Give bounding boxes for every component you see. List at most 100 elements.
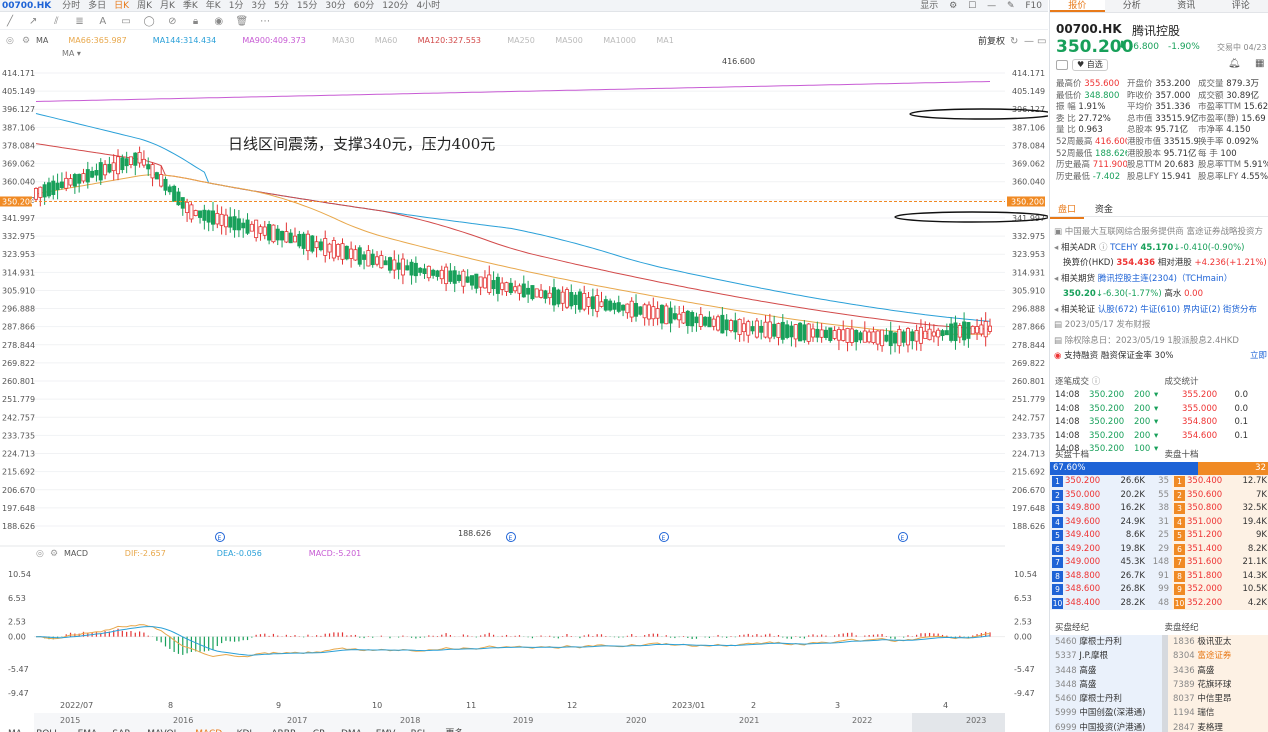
ma-legend-item[interactable]: MA66:365.987	[68, 36, 126, 45]
period-tab[interactable]: 4小时	[412, 0, 444, 11]
candle[interactable]	[271, 224, 276, 244]
candle[interactable]	[344, 245, 349, 261]
lock-icon[interactable]: 🔒︎	[186, 13, 206, 29]
adr-row[interactable]: ◂ 相关ADR ⓘ TCEHY 45.170↓-0.410(-0.90%)	[1054, 241, 1268, 257]
ma-sub-legend[interactable]: MA ▾	[62, 49, 81, 58]
tab-orderbook[interactable]: 盘口	[1050, 203, 1085, 219]
bell-icon[interactable]: 🔔︎	[1228, 58, 1241, 69]
line-tool-icon[interactable]: ╱	[0, 13, 20, 29]
bid-level[interactable]: 6 349.200 19.8K 29	[1050, 542, 1172, 556]
futures-row[interactable]: ◂ 相关期货 腾讯控股主连(2304)（TCHmain）	[1054, 272, 1268, 288]
minimize-icon[interactable]: —	[1024, 36, 1034, 47]
bid-level[interactable]: 9 348.600 26.8K 99	[1050, 583, 1172, 597]
tab-news[interactable]: 资讯	[1159, 0, 1214, 12]
candle[interactable]	[310, 235, 315, 254]
period-tab[interactable]: 年K	[202, 0, 225, 11]
text-tool-icon[interactable]: A	[93, 13, 113, 29]
gear-icon[interactable]: ⚙	[945, 0, 961, 11]
ask-broker[interactable]: 8037 中信里昂	[1168, 692, 1268, 707]
tab-capital[interactable]: 资金	[1087, 203, 1121, 217]
ask-broker[interactable]: 8304 富途证券	[1168, 649, 1268, 664]
period-tab[interactable]: 月K	[156, 0, 179, 11]
ask-broker[interactable]: 3436 高盛	[1168, 663, 1268, 678]
period-tab[interactable]: 60分	[350, 0, 378, 11]
bid-level[interactable]: 10 348.400 28.2K 48	[1050, 596, 1172, 610]
fib-tool-icon[interactable]: ≣	[70, 13, 90, 29]
period-tab[interactable]: 多日	[84, 0, 110, 11]
square-icon[interactable]: ☐	[964, 0, 980, 11]
eraser-icon[interactable]: ⊘	[162, 13, 182, 29]
ma-legend-item[interactable]: MA144:314.434	[153, 36, 216, 45]
watchlist-button[interactable]: ♥ 自选	[1072, 59, 1108, 71]
chart-annotation[interactable]: 日线区间震荡，支撑340元，压力400元	[228, 135, 495, 153]
circle-tool-icon[interactable]: ◯	[139, 13, 159, 29]
warrants-row[interactable]: ◂ 相关轮证 认股(672) 牛证(610) 界内证(2) 街货分布	[1054, 303, 1268, 319]
bid-level[interactable]: 2 350.000 20.2K 55	[1050, 488, 1172, 502]
ma-legend-item[interactable]: MA500	[555, 36, 583, 45]
ask-broker[interactable]: 2847 麦格理	[1168, 720, 1268, 732]
ask-level[interactable]: 9 352.000 10.5K	[1172, 583, 1268, 597]
period-tab[interactable]: 周K	[133, 0, 156, 11]
candle[interactable]	[638, 306, 643, 316]
macd-legend-item[interactable]: DIF:-2.657	[125, 549, 166, 558]
share-icon[interactable]	[1056, 60, 1068, 70]
more-tools-icon[interactable]: ⋯	[255, 13, 275, 29]
macd-legend-item[interactable]: DEA:-0.056	[217, 549, 262, 558]
bid-broker[interactable]: 3448 高盛	[1050, 663, 1162, 678]
tab-comments[interactable]: 评论	[1214, 0, 1268, 12]
trash-icon[interactable]: 🗑︎	[232, 13, 252, 29]
tab-quote[interactable]: 报价	[1050, 0, 1105, 12]
candle[interactable]	[703, 316, 708, 328]
candle[interactable]	[806, 323, 811, 345]
kline-chart[interactable]: ◎ ⚙ MA MA66:365.987 MA144:314.434 MA900:409.3…	[0, 31, 1048, 732]
bid-broker[interactable]: 5460 摩根士丹利	[1050, 635, 1162, 650]
bid-level[interactable]: 8 348.800 26.7K 91	[1050, 569, 1172, 583]
period-tab[interactable]: 5分	[270, 0, 293, 11]
eye-icon[interactable]: ◎	[6, 36, 14, 46]
ma-legend-item[interactable]: MA250	[507, 36, 535, 45]
bid-level[interactable]: 7 349.000 45.3K 148	[1050, 556, 1172, 570]
ma-legend-item[interactable]: MA900:409.373	[242, 36, 305, 45]
eye-icon[interactable]: ◎	[36, 549, 44, 559]
channel-tool-icon[interactable]: ⫽	[46, 13, 66, 29]
candle[interactable]	[172, 184, 177, 202]
adjust-mode-button[interactable]: 前复权	[978, 35, 1005, 47]
bid-level[interactable]: 3 349.800 16.2K 38	[1050, 502, 1172, 516]
bid-broker[interactable]: 5460 摩根士丹利	[1050, 692, 1162, 707]
display-menu[interactable]: 显示	[916, 0, 942, 11]
ma-legend-item[interactable]: MA120:327.553	[418, 36, 481, 45]
ask-level[interactable]: 2 350.600 7K	[1172, 488, 1268, 502]
ma-legend-item[interactable]: MA30	[332, 36, 355, 45]
ask-level[interactable]: 8 351.800 14.3K	[1172, 569, 1268, 583]
ask-level[interactable]: 6 351.400 8.2K	[1172, 542, 1268, 556]
candle[interactable]	[357, 245, 362, 267]
maximize-icon[interactable]: ▭	[1037, 36, 1046, 47]
candle[interactable]	[970, 325, 975, 335]
grid-icon[interactable]: ▦	[1255, 58, 1264, 69]
period-tab[interactable]: 分时	[58, 0, 84, 11]
candle[interactable]	[154, 171, 159, 180]
refresh-icon[interactable]: ↻	[1010, 36, 1018, 47]
macd-legend-item[interactable]: MACD	[64, 549, 88, 558]
candle[interactable]	[564, 287, 569, 310]
ask-level[interactable]: 5 351.200 9K	[1172, 529, 1268, 543]
candle[interactable]	[664, 303, 669, 325]
candle[interactable]	[716, 314, 721, 332]
candle[interactable]	[754, 318, 759, 339]
ma-legend-item[interactable]: MA1	[656, 36, 673, 45]
period-tab[interactable]: 15分	[293, 0, 321, 11]
overview-window[interactable]	[912, 713, 1005, 732]
bid-level[interactable]: 4 349.600 24.9K 31	[1050, 515, 1172, 529]
ask-broker[interactable]: 1836 极讯亚太	[1168, 635, 1268, 650]
period-tab[interactable]: 3分	[247, 0, 270, 11]
ask-level[interactable]: 4 351.000 19.4K	[1172, 515, 1268, 529]
ma-legend-item[interactable]: MA1000	[603, 36, 636, 45]
period-tab[interactable]: 120分	[378, 0, 412, 11]
open-margin-link[interactable]: 立即	[1250, 349, 1267, 365]
candle[interactable]	[331, 237, 336, 262]
ask-level[interactable]: 3 350.800 32.5K	[1172, 502, 1268, 516]
help-icon[interactable]: ⓘ	[1092, 377, 1101, 387]
bid-broker[interactable]: 5999 中国创盈(深港通)	[1050, 706, 1162, 721]
period-tab[interactable]: 季K	[179, 0, 202, 11]
macd-legend-item[interactable]: MACD:-5.201	[309, 549, 361, 558]
